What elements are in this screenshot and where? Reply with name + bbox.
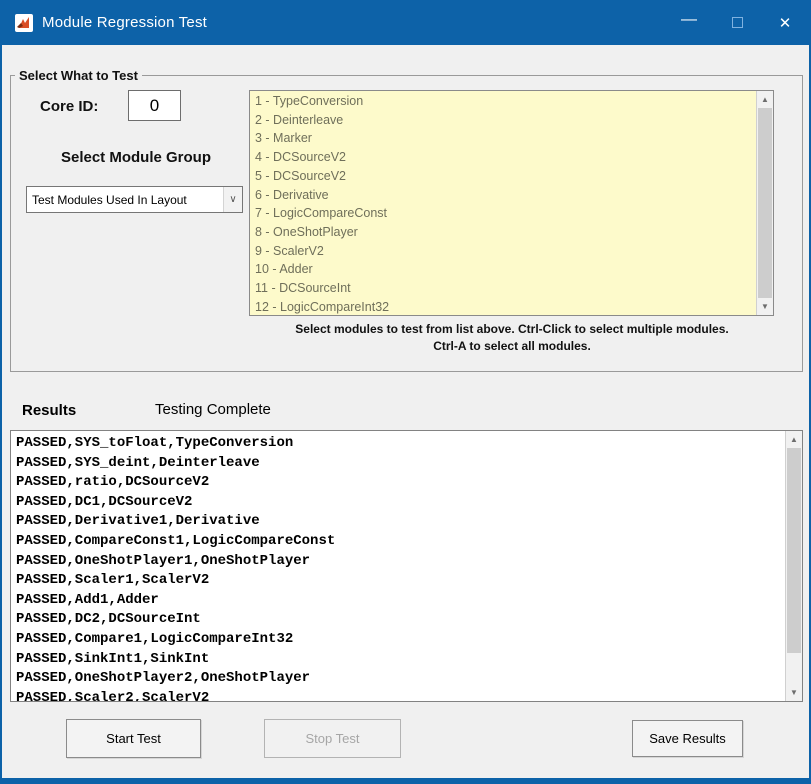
stop-test-button: Stop Test [264, 719, 401, 758]
result-line[interactable]: PASSED,CompareConst1,LogicCompareConst [16, 532, 784, 552]
module-group-label: Select Module Group [26, 149, 246, 166]
module-listbox[interactable]: 1 - TypeConversion2 - Deinterleave3 - Ma… [249, 90, 774, 316]
module-help-line-2: Ctrl-A to select all modules. [242, 339, 782, 353]
matlab-app-icon[interactable] [15, 14, 33, 32]
results-status-text: Testing Complete [155, 401, 271, 418]
results-listbox[interactable]: PASSED,SYS_toFloat,TypeConversionPASSED,… [10, 430, 803, 702]
result-line[interactable]: PASSED,DC1,DCSourceV2 [16, 493, 784, 513]
scroll-up-arrow-icon[interactable]: ▲ [757, 91, 773, 108]
start-test-button[interactable]: Start Test [66, 719, 201, 758]
module-list-item[interactable]: 10 - Adder [255, 260, 755, 279]
result-line[interactable]: PASSED,SinkInt1,SinkInt [16, 650, 784, 670]
close-icon: ✕ [779, 14, 792, 32]
module-help-line-1: Select modules to test from list above. … [242, 322, 782, 336]
maximize-button[interactable] [713, 0, 761, 45]
maximize-icon [732, 17, 743, 28]
save-results-button[interactable]: Save Results [632, 720, 743, 757]
minimize-icon: — [681, 11, 697, 29]
minimize-button[interactable]: — [665, 0, 713, 45]
result-line[interactable]: PASSED,SYS_toFloat,TypeConversion [16, 434, 784, 454]
module-list-item[interactable]: 7 - LogicCompareConst [255, 204, 755, 223]
window-controls: — ✕ [665, 0, 809, 45]
module-list-item[interactable]: 11 - DCSourceInt [255, 279, 755, 298]
module-list-item[interactable]: 2 - Deinterleave [255, 111, 755, 130]
result-line[interactable]: PASSED,OneShotPlayer2,OneShotPlayer [16, 669, 784, 689]
module-list-item[interactable]: 9 - ScalerV2 [255, 242, 755, 261]
scrollbar-thumb[interactable] [758, 108, 772, 298]
chevron-down-icon: ∨ [223, 187, 242, 212]
titlebar[interactable]: Module Regression Test — ✕ [2, 0, 809, 45]
module-list-item[interactable]: 5 - DCSourceV2 [255, 167, 755, 186]
result-line[interactable]: PASSED,Scaler1,ScalerV2 [16, 571, 784, 591]
window-title: Module Regression Test [42, 14, 207, 31]
module-list-item[interactable]: 1 - TypeConversion [255, 92, 755, 111]
module-regression-test-window: Module Regression Test — ✕ Select What t… [0, 0, 811, 784]
module-list-item[interactable]: 6 - Derivative [255, 186, 755, 205]
result-line[interactable]: PASSED,SYS_deint,Deinterleave [16, 454, 784, 474]
result-line[interactable]: PASSED,Scaler2,ScalerV2 [16, 689, 784, 701]
group-legend: Select What to Test [15, 68, 142, 83]
results-label: Results [22, 402, 76, 419]
close-button[interactable]: ✕ [761, 0, 809, 45]
client-area: Select What to Test Core ID: Select Modu… [2, 45, 809, 778]
result-line[interactable]: PASSED,Compare1,LogicCompareInt32 [16, 630, 784, 650]
core-id-label: Core ID: [40, 98, 98, 115]
results-scrollbar[interactable]: ▲ ▼ [785, 431, 802, 701]
module-list-item[interactable]: 4 - DCSourceV2 [255, 148, 755, 167]
result-line[interactable]: PASSED,OneShotPlayer1,OneShotPlayer [16, 552, 784, 572]
scroll-up-arrow-icon[interactable]: ▲ [786, 431, 802, 448]
result-line[interactable]: PASSED,ratio,DCSourceV2 [16, 473, 784, 493]
module-list-scrollbar[interactable]: ▲ ▼ [756, 91, 773, 315]
module-list-item[interactable]: 8 - OneShotPlayer [255, 223, 755, 242]
module-group-dropdown[interactable]: Test Modules Used In Layout ∨ [26, 186, 243, 213]
scroll-down-arrow-icon[interactable]: ▼ [757, 298, 773, 315]
module-list-item[interactable]: 3 - Marker [255, 129, 755, 148]
scrollbar-thumb[interactable] [787, 448, 801, 653]
result-line[interactable]: PASSED,Add1,Adder [16, 591, 784, 611]
result-line[interactable]: PASSED,Derivative1,Derivative [16, 512, 784, 532]
core-id-input[interactable] [128, 90, 181, 121]
module-group-selected-value: Test Modules Used In Layout [27, 193, 223, 207]
results-list: PASSED,SYS_toFloat,TypeConversionPASSED,… [11, 434, 784, 701]
module-list-item[interactable]: 12 - LogicCompareInt32 [255, 298, 755, 316]
scroll-down-arrow-icon[interactable]: ▼ [786, 684, 802, 701]
module-list: 1 - TypeConversion2 - Deinterleave3 - Ma… [250, 92, 755, 315]
result-line[interactable]: PASSED,DC2,DCSourceInt [16, 610, 784, 630]
